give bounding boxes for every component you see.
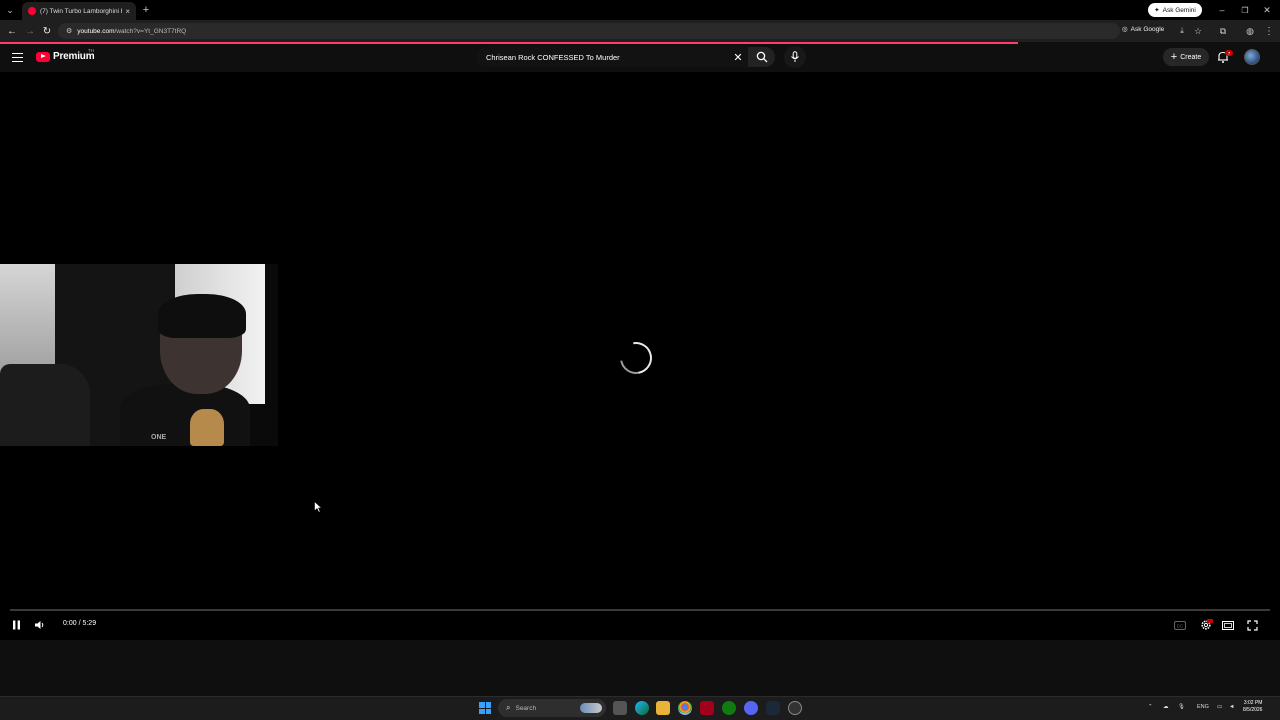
ask-gemini-label: Ask Gemini (1162, 6, 1196, 14)
show-hidden-icons-chevron[interactable]: ⌃ (1148, 704, 1153, 710)
account-avatar[interactable] (1244, 49, 1260, 65)
theater-mode-icon (1222, 620, 1234, 630)
forward-button[interactable]: → (23, 24, 37, 38)
browser-tab-active[interactable]: (7) Twin Turbo Lamborghini Hu × (22, 2, 136, 20)
svg-text:CC: CC (1177, 623, 1184, 628)
url-path: /watch?v=Yt_GN3T7tRQ (114, 27, 187, 35)
back-button[interactable]: ← (5, 24, 19, 38)
mic-tray-icon[interactable]: 🎙 (1178, 704, 1185, 710)
volume-button[interactable] (33, 619, 47, 631)
time-display: 0:00 / 5:29 (63, 620, 97, 627)
search-input[interactable]: Chrisean Rock CONFESSED To Murder (476, 47, 748, 67)
google-lens-icon: ◎ (1122, 26, 1128, 33)
language-indicator[interactable]: ENG (1197, 704, 1209, 710)
task-view-icon[interactable] (613, 701, 627, 715)
chrome-browser-icon[interactable] (678, 701, 692, 715)
microphone-icon (791, 51, 799, 62)
hd-badge (1207, 619, 1213, 623)
network-tray-icon[interactable]: ▭ (1217, 704, 1222, 710)
taskbar-search-icon: ⌕ (506, 703, 511, 712)
extensions-icon[interactable]: ⧉ (1217, 24, 1229, 38)
search-icon (756, 51, 767, 63)
ask-gemini-button[interactable]: ✦ Ask Gemini (1148, 3, 1202, 17)
restore-window-button[interactable]: ❐ (1239, 4, 1251, 16)
browser-tab-strip: ⌄ (7) Twin Turbo Lamborghini Hu × + ✦ As… (0, 0, 1280, 20)
url-host: youtube.com (77, 27, 115, 35)
ask-google-label: Ask Google (1130, 25, 1165, 33)
pause-icon (12, 620, 20, 630)
closed-captions-icon: CC (1174, 620, 1186, 630)
webcam-shirt-text: ONE (151, 434, 167, 441)
fullscreen-button[interactable] (1245, 619, 1259, 631)
taskbar-search-box[interactable]: ⌕ Search (498, 699, 606, 717)
webcam-person-hand (190, 409, 224, 446)
search-highlight-icon (580, 703, 602, 713)
volume-icon (35, 621, 44, 629)
page-below-player (0, 640, 1280, 696)
clock-time: 3:02 PM (1243, 700, 1263, 706)
steam-icon[interactable] (766, 701, 780, 715)
youtube-premium-logo[interactable]: Premium TH (36, 48, 95, 62)
settings-button[interactable] (1198, 618, 1213, 632)
file-explorer-icon[interactable] (656, 701, 670, 715)
browser-menu-icon[interactable]: ⋮ (1263, 24, 1275, 38)
bookmark-star-icon[interactable]: ☆ (1192, 24, 1204, 38)
mouse-cursor-icon (314, 501, 322, 513)
gemini-sparkle-icon: ✦ (1154, 7, 1160, 14)
clock-date: 8/5/2026 (1243, 707, 1263, 713)
clear-search-button[interactable]: ✕ (731, 50, 745, 64)
browser-toolbar: ← → ↻ ⚙ youtube.com /watch?v=Yt_GN3T7tRQ… (0, 20, 1280, 42)
pause-button[interactable] (9, 619, 23, 631)
captions-button[interactable]: CC (1173, 619, 1187, 631)
logo-country-code: TH (88, 48, 94, 53)
ask-google-chip[interactable]: ◎ Ask Google (1122, 25, 1165, 34)
youtube-play-logo-icon (36, 51, 50, 62)
misc-app-icon[interactable] (788, 701, 802, 715)
profile-icon[interactable]: ◍ (1243, 24, 1257, 38)
webcam-chair (0, 364, 90, 446)
xbox-icon[interactable] (722, 701, 736, 715)
address-bar[interactable]: ⚙ youtube.com /watch?v=Yt_GN3T7tRQ (58, 23, 1120, 39)
search-button[interactable] (748, 47, 775, 67)
onedrive-tray-icon[interactable]: ☁ (1163, 704, 1169, 710)
taskbar-search-placeholder: Search (515, 704, 537, 712)
new-tab-button[interactable]: + (140, 3, 152, 17)
fullscreen-icon (1246, 619, 1258, 631)
voice-search-button[interactable] (784, 46, 806, 68)
site-info-icon[interactable]: ⚙ (66, 27, 72, 35)
tab-search-chevron-icon[interactable]: ⌄ (4, 4, 16, 16)
taskbar-clock[interactable]: 3:02 PM 8/5/2026 (1243, 700, 1262, 714)
adobe-app-icon[interactable] (700, 701, 714, 715)
create-label: Create (1180, 53, 1202, 61)
discord-icon[interactable] (744, 701, 758, 715)
close-window-button[interactable]: ✕ (1261, 4, 1273, 16)
install-app-icon[interactable]: ⤓ (1176, 24, 1188, 38)
tab-close-button[interactable]: × (125, 7, 130, 16)
youtube-favicon-icon (28, 7, 36, 15)
notification-count-badge: 7 (1225, 50, 1233, 56)
webcam-person-body (120, 384, 250, 446)
tab-title: (7) Twin Turbo Lamborghini Hu (40, 7, 123, 15)
hamburger-menu-icon[interactable] (12, 53, 23, 62)
windows-start-icon[interactable] (479, 702, 491, 714)
video-progress-bar[interactable] (10, 609, 1270, 611)
search-query-text: Chrisean Rock CONFESSED To Murder (486, 52, 620, 62)
webcam-overlay: ONE (0, 264, 278, 446)
plus-icon: + (1170, 51, 1178, 63)
webcam-person-hat (158, 294, 246, 338)
reload-button[interactable]: ↻ (40, 24, 54, 38)
minimize-window-button[interactable]: – (1216, 4, 1228, 16)
edge-browser-icon[interactable] (635, 701, 649, 715)
theater-mode-button[interactable] (1221, 619, 1235, 631)
create-button[interactable]: + Create (1163, 48, 1209, 66)
volume-tray-icon[interactable]: ◄ (1229, 704, 1234, 710)
